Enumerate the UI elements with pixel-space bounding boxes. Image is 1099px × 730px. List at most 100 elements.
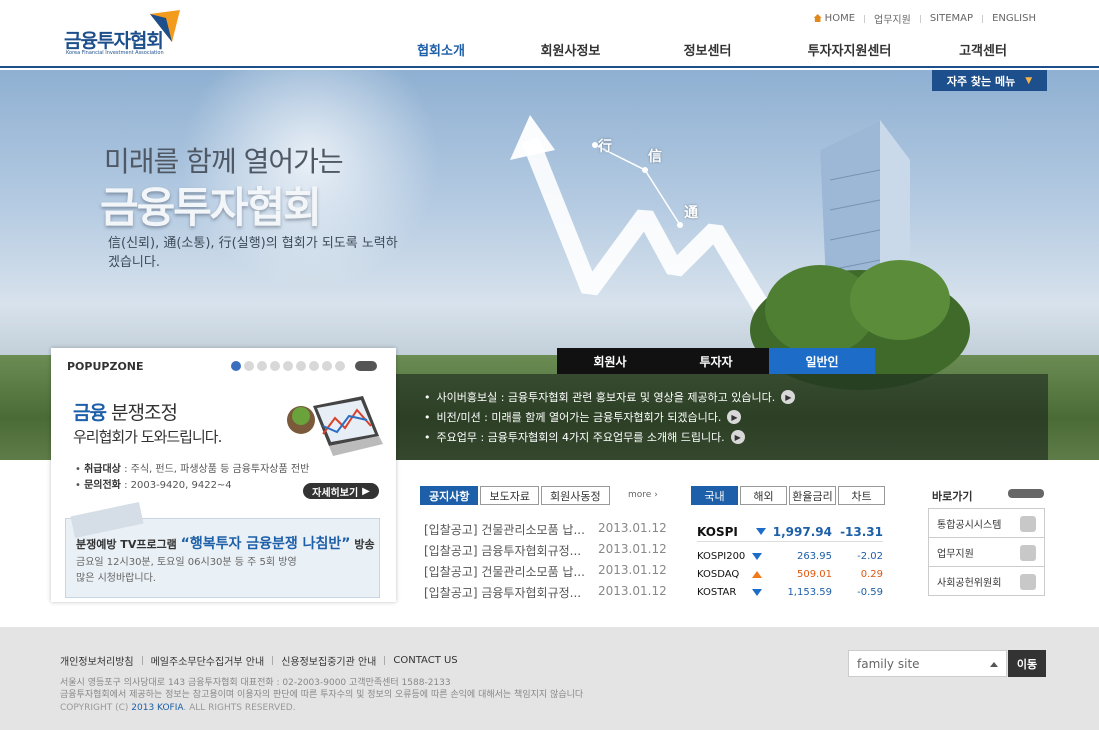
chevron-down-icon: ▼ bbox=[1025, 75, 1033, 86]
nav-item-info-center[interactable]: 정보센터 bbox=[639, 40, 776, 59]
quick-link-disclosure[interactable]: 통합공시시스템 bbox=[928, 508, 1045, 538]
tv-program-notice[interactable]: 분쟁예방 TV프로그램 “행복투자 금융분쟁 나침반” 방송 금요일 12시30… bbox=[65, 501, 380, 598]
footer-link-privacy[interactable]: 개인정보처리방침 bbox=[60, 653, 142, 668]
nav-item-customer-center[interactable]: 고객센터 bbox=[923, 40, 1043, 59]
footer-copyright: COPYRIGHT (C) 2013 KOFIA. ALL RIGHTS RES… bbox=[60, 703, 296, 713]
play-pause-control[interactable] bbox=[355, 361, 377, 371]
list-item[interactable]: [입찰공고] 건물관리소모품 납... 2013.01.12 bbox=[424, 563, 667, 580]
stack-icon bbox=[1020, 545, 1036, 561]
market-row: KOSPI200 263.95 -2.02 bbox=[697, 551, 883, 562]
pagination-dot[interactable] bbox=[244, 361, 254, 371]
arrow-right-icon[interactable]: ▶ bbox=[730, 430, 745, 444]
utility-menu: HOME 업무지원 SITEMAP ENGLISH bbox=[805, 11, 1045, 26]
tab-notices[interactable]: 공지사항 bbox=[420, 486, 479, 505]
pagination-dot[interactable] bbox=[231, 361, 241, 371]
main-nav: 협회소개 회원사정보 정보센터 투자자지원센터 고객센터 bbox=[380, 40, 1043, 59]
popup-detail-target: • 취급대상 : 주식, 펀드, 파생상품 등 금융투자상품 전반 bbox=[75, 464, 310, 475]
list-item[interactable]: [입찰공고] 건물관리소모품 납... 2013.01.12 bbox=[424, 521, 667, 538]
header: 금융투자협회 Korea Financial Investment Associ… bbox=[0, 0, 1099, 68]
index-name: KOSPI bbox=[697, 524, 738, 539]
laptop-chart-illustration bbox=[287, 396, 383, 456]
hero-title-line2: 금융투자협회 bbox=[100, 183, 322, 232]
pagination-dot[interactable] bbox=[322, 361, 332, 371]
footer-link-credit-info[interactable]: 신용정보집중기관 안내 bbox=[273, 653, 384, 668]
pagination-dot[interactable] bbox=[257, 361, 267, 371]
home-icon bbox=[813, 14, 822, 22]
tv-program-title: 분쟁예방 TV프로그램 “행복투자 금융분쟁 나침반” 방송 bbox=[76, 536, 375, 552]
kospi-index: KOSPI 1,997.94 -13.31 bbox=[697, 522, 883, 542]
market-row: KOSTAR 1,153.59 -0.59 bbox=[697, 587, 883, 598]
char-label-haeng: 行 bbox=[598, 139, 612, 155]
quick-links-title: 바로가기 bbox=[932, 490, 973, 503]
footer-link-email-policy[interactable]: 메일주소무단수집거부 안내 bbox=[143, 653, 273, 668]
tab-chart[interactable]: 차트 bbox=[838, 486, 885, 505]
quick-link-social[interactable]: 사회공헌위원회 bbox=[928, 566, 1045, 596]
pagination-dot[interactable] bbox=[335, 361, 345, 371]
util-support-link[interactable]: 업무지원 bbox=[865, 11, 920, 26]
hero-news-text: 비전/미션 : 미래를 함께 열어가는 금융투자협회가 되겠습니다. bbox=[436, 411, 722, 424]
family-site-select[interactable]: family site bbox=[848, 650, 1007, 677]
footer-links: 개인정보처리방침 메일주소무단수집거부 안내 신용정보집중기관 안내 CONTA… bbox=[60, 653, 466, 668]
down-arrow-icon bbox=[752, 589, 763, 596]
quick-menu-button[interactable]: 자주 찾는 메뉴 ▼ bbox=[932, 70, 1047, 91]
market-row: KOSDAQ 509.01 0.29 bbox=[697, 569, 883, 580]
tab-public[interactable]: 일반인 bbox=[769, 348, 875, 374]
hero-news-item[interactable]: • 비전/미션 : 미래를 함께 열어가는 금융투자협회가 되겠습니다. ▶ bbox=[424, 409, 742, 425]
up-arrow-icon bbox=[752, 571, 763, 578]
audience-tabs: 회원사 투자자 일반인 bbox=[557, 348, 875, 374]
tab-overseas[interactable]: 해외 bbox=[740, 486, 787, 505]
notice-tabs: 공지사항 보도자료 회원사동정 bbox=[420, 486, 610, 505]
index-change: -13.31 bbox=[840, 524, 883, 539]
popup-detail-button[interactable]: 자세히보기 ▶ bbox=[303, 483, 379, 499]
quick-menu-label: 자주 찾는 메뉴 bbox=[946, 74, 1016, 88]
logo[interactable]: 금융투자협회 Korea Financial Investment Associ… bbox=[64, 10, 184, 58]
arrow-right-icon[interactable]: ▶ bbox=[781, 390, 796, 404]
hero-description: 信(신뢰), 通(소통), 行(실행)의 협회가 되도록 노력하겠습니다. bbox=[108, 236, 398, 270]
index-value: 1,997.94 bbox=[772, 524, 832, 539]
popup-detail-phone: • 문의전화 : 2003-9420, 9422~4 bbox=[75, 480, 232, 491]
footer-link-contact[interactable]: CONTACT US bbox=[385, 655, 465, 666]
pagination-dot[interactable] bbox=[283, 361, 293, 371]
arrow-right-icon[interactable]: ▶ bbox=[727, 410, 742, 424]
family-site-go-button[interactable]: 이동 bbox=[1008, 650, 1046, 677]
nav-item-members[interactable]: 회원사정보 bbox=[502, 40, 639, 59]
list-item[interactable]: [입찰공고] 금융투자협회규정... 2013.01.12 bbox=[424, 584, 667, 601]
hero-news-text: 주요업무 : 금융투자협회의 4가지 주요업무를 소개해 드립니다. bbox=[436, 431, 725, 444]
popup-pagination bbox=[231, 361, 345, 371]
document-icon bbox=[1020, 516, 1036, 532]
tv-program-desc: 금요일 12시30분, 토요일 06시30분 등 주 5회 방영 많은 시청바랍니… bbox=[76, 557, 297, 584]
popup-detail-label: 자세히보기 bbox=[312, 487, 359, 499]
tab-member-news[interactable]: 회원사동정 bbox=[540, 486, 610, 505]
pagination-dot[interactable] bbox=[270, 361, 280, 371]
notice-more-link[interactable]: more › bbox=[628, 490, 658, 500]
tab-domestic[interactable]: 국내 bbox=[691, 486, 738, 505]
tab-investors[interactable]: 투자자 bbox=[663, 348, 769, 374]
util-english-link[interactable]: ENGLISH bbox=[983, 13, 1045, 24]
list-item[interactable]: [입찰공고] 금융투자협회규정... 2013.01.12 bbox=[424, 542, 667, 559]
popup-heading: 금융 분쟁조정 bbox=[73, 402, 178, 424]
tab-exchange-rate[interactable]: 환율금리 bbox=[789, 486, 836, 505]
char-label-tong: 通 bbox=[684, 205, 698, 221]
hero-news-item[interactable]: • 사이버홍보실 : 금융투자협회 관련 홍보자료 및 영상을 제공하고 있습니다… bbox=[424, 389, 796, 405]
nav-item-about[interactable]: 협회소개 bbox=[380, 40, 502, 59]
tab-press[interactable]: 보도자료 bbox=[480, 486, 539, 505]
popup-zone-title: POPUPZONE bbox=[67, 360, 144, 373]
quick-link-support[interactable]: 업무지원 bbox=[928, 537, 1045, 567]
pagination-dot[interactable] bbox=[309, 361, 319, 371]
hero-news-item[interactable]: • 주요업무 : 금융투자협회의 4가지 주요업무를 소개해 드립니다. ▶ bbox=[424, 429, 745, 445]
arrow-right-icon: ▶ bbox=[362, 485, 370, 497]
popup-zone: POPUPZONE 금융 분쟁조정 우리협회가 도와드립니다. • 취급대상 :… bbox=[51, 348, 396, 602]
pagination-dot[interactable] bbox=[296, 361, 306, 371]
caret-up-icon bbox=[990, 662, 998, 667]
char-label-sin: 信 bbox=[648, 149, 662, 165]
popup-subheading: 우리협회가 도와드립니다. bbox=[73, 428, 222, 446]
nav-item-investor-center[interactable]: 투자자지원센터 bbox=[776, 40, 923, 59]
quick-links-controls[interactable] bbox=[1008, 489, 1044, 498]
util-home-link[interactable]: HOME bbox=[805, 13, 864, 24]
hero-news-text: 사이버홍보실 : 금융투자협회 관련 홍보자료 및 영상을 제공하고 있습니다. bbox=[436, 391, 776, 404]
market-tabs: 국내 해외 환율금리 차트 bbox=[691, 486, 885, 505]
tab-members[interactable]: 회원사 bbox=[557, 348, 663, 374]
down-arrow-icon bbox=[755, 528, 766, 535]
util-sitemap-link[interactable]: SITEMAP bbox=[921, 13, 982, 24]
logo-text: 금융투자협회 bbox=[64, 30, 164, 52]
